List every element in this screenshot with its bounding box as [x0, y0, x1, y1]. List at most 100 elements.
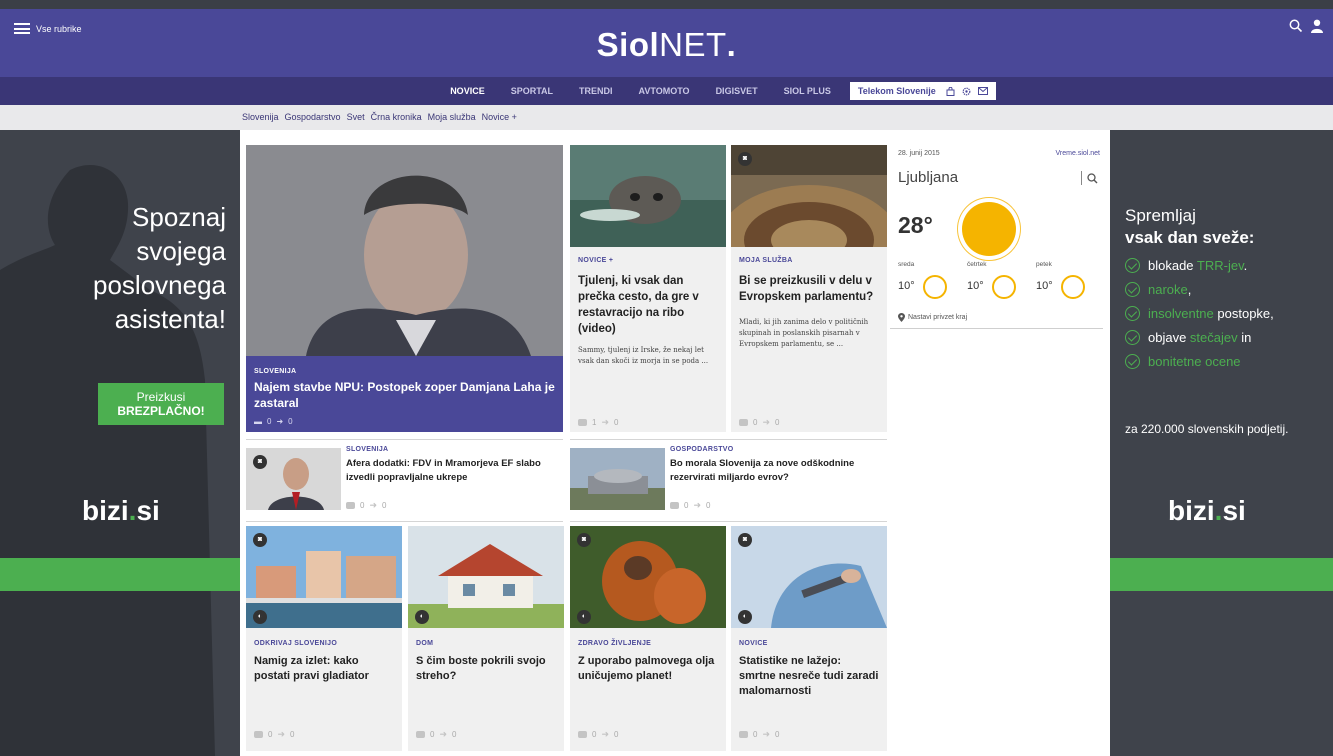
article-excerpt: Sammy, tjulenj iz Irske, že nekaj let vs…	[578, 346, 709, 365]
bag-icon[interactable]	[946, 86, 955, 96]
cta-line1: Preizkusi	[136, 390, 186, 404]
weather-search[interactable]	[1081, 171, 1098, 185]
article-category[interactable]: MOJA SLUŽBA	[739, 257, 793, 264]
nav-avtomoto[interactable]: AVTOMOTO	[626, 86, 703, 96]
feature-item: blokade TRR-jev.	[1125, 258, 1274, 274]
nav-sportal[interactable]: SPORTAL	[498, 86, 566, 96]
left-ad-banner[interactable]: Spoznaj svojega poslovnega asistenta! Pr…	[0, 130, 240, 756]
external-icon: ◐	[415, 610, 429, 624]
article-title[interactable]: Afera dodatki: FDV in Mramorjeva EF slab…	[346, 457, 559, 485]
feature-item: objave stečajev in	[1125, 330, 1274, 346]
nav-siol-plus[interactable]: SIOL PLUS	[771, 86, 844, 96]
article-tile[interactable]: ◐ DOM S čim boste pokrili svojo streho? …	[408, 526, 564, 751]
forecast-day: petek 10°	[1036, 261, 1098, 307]
settings-icon[interactable]	[962, 87, 971, 96]
external-icon: ◐	[253, 610, 267, 624]
user-icon[interactable]	[1311, 19, 1323, 33]
share-icon: ➜	[693, 500, 701, 510]
article-row[interactable]: GOSPODARSTVO Bo morala Slovenija za nove…	[570, 442, 887, 516]
subnav-moja-sluzba[interactable]: Moja služba	[428, 112, 476, 122]
telekom-link[interactable]: Telekom Slovenije	[849, 82, 996, 100]
feature-item: naroke,	[1125, 282, 1274, 298]
subnav-slovenija[interactable]: Slovenija	[242, 112, 279, 122]
article-title[interactable]: Bi se preizkusili v delu v Evropskem par…	[739, 273, 879, 305]
weather-date: 28. junij 2015	[898, 150, 940, 157]
subnav-crna-kronika[interactable]: Črna kronika	[371, 112, 422, 122]
article-category[interactable]: NOVICE +	[578, 257, 613, 264]
article-category[interactable]: SLOVENIJA	[346, 446, 388, 453]
article-title[interactable]: Namig za izlet: kako postati pravi gladi…	[254, 654, 394, 684]
article-category[interactable]: NOVICE	[739, 640, 768, 647]
main-nav: NOVICE SPORTAL TRENDI AVTOMOTO DIGISVET …	[0, 77, 1333, 105]
subnav-gospodarstvo[interactable]: Gospodarstvo	[285, 112, 341, 122]
ad-headline-bold: asistenta!	[114, 304, 226, 334]
comment-icon	[416, 731, 425, 738]
external-icon: ◐	[577, 610, 591, 624]
camera-icon: ◙	[253, 455, 267, 469]
sun-icon	[992, 275, 1016, 299]
nav-trendi[interactable]: TRENDI	[566, 86, 626, 96]
right-ad-headline: Spremljaj vsak dan sveže:	[1125, 205, 1254, 249]
share-icon: ➜	[601, 729, 609, 739]
article-category[interactable]: SLOVENIJA	[254, 368, 296, 375]
forecast-days: sreda 10° četrtek 10° petek 10°	[898, 261, 1098, 307]
search-icon[interactable]	[1289, 19, 1303, 33]
article-card[interactable]: ◙ MOJA SLUŽBA Bi se preizkusili v delu v…	[731, 145, 887, 432]
sun-icon	[923, 275, 947, 299]
try-free-button[interactable]: Preizkusi BREZPLAČNO!	[98, 383, 224, 425]
comment-icon	[739, 419, 748, 426]
article-title[interactable]: S čim boste pokrili svojo streho?	[416, 654, 556, 684]
top-bar: Vse rubrike SiolNET.	[0, 9, 1333, 77]
article-title[interactable]: Bo morala Slovenija za nove odškodnine r…	[670, 457, 883, 485]
article-tile[interactable]: ◙ ◐ ODKRIVAJ SLOVENIJO Namig za izlet: k…	[246, 526, 402, 751]
driver-image	[731, 526, 887, 628]
weather-city: Ljubljana	[898, 169, 959, 186]
divider	[570, 521, 887, 522]
mail-icon[interactable]	[977, 87, 988, 95]
article-category[interactable]: DOM	[416, 640, 433, 647]
article-meta: ▬ 0 ➜ 0	[254, 417, 293, 426]
share-count: 0	[706, 501, 711, 510]
search-icon[interactable]	[1087, 172, 1098, 184]
forecast-day: četrtek 10°	[967, 261, 1029, 307]
subnav-svet[interactable]: Svet	[347, 112, 365, 122]
right-ad-footer: za 220.000 slovenskih podjetij.	[1125, 422, 1289, 436]
article-category[interactable]: GOSPODARSTVO	[670, 446, 734, 453]
telekom-label: Telekom Slovenije	[857, 86, 936, 96]
weather-link[interactable]: Vreme.siol.net	[1056, 150, 1100, 157]
article-title[interactable]: Z uporabo palmovega olja uničujemo plane…	[578, 654, 718, 684]
article-card[interactable]: NOVICE + Tjulenj, ki vsak dan prečka ces…	[570, 145, 726, 432]
left-ad-headline: Spoznaj svojega poslovnega asistenta!	[93, 200, 226, 336]
hero-image	[246, 145, 563, 356]
article-category[interactable]: ZDRAVO ŽIVLJENJE	[578, 640, 651, 647]
day-name: četrtek	[967, 261, 987, 268]
article-tile[interactable]: ◙ ◐ NOVICE Statistike ne lažejo: smrtne …	[731, 526, 887, 751]
weather-divider	[890, 328, 1103, 329]
share-icon: ➜	[762, 729, 770, 739]
comment-count: 0	[430, 730, 435, 739]
comment-icon: ▬	[254, 417, 262, 426]
article-meta: 0 ➜ 0	[670, 500, 710, 511]
article-title[interactable]: Tjulenj, ki vsak dan prečka cesto, da gr…	[578, 273, 718, 337]
sun-icon	[962, 202, 1016, 256]
comment-count: 0	[753, 730, 758, 739]
nav-digisvet[interactable]: DIGISVET	[703, 86, 771, 96]
article-tile[interactable]: ◙ ◐ ZDRAVO ŽIVLJENJE Z uporabo palmovega…	[570, 526, 726, 751]
nav-novice[interactable]: NOVICE	[437, 86, 498, 96]
forecast-day: sreda 10°	[898, 261, 960, 307]
article-meta: 0 ➜ 0	[739, 729, 779, 740]
subnav-novice-plus[interactable]: Novice +	[482, 112, 517, 122]
logo-dot: .	[726, 26, 737, 63]
article-category[interactable]: ODKRIVAJ SLOVENIJO	[254, 640, 337, 647]
article-row[interactable]: ◙ SLOVENIJA Afera dodatki: FDV in Mramor…	[246, 442, 563, 516]
right-ad-banner[interactable]: Spremljaj vsak dan sveže: blokade TRR-je…	[1110, 130, 1333, 756]
site-logo[interactable]: SiolNET.	[0, 26, 1333, 64]
hero-article[interactable]: SLOVENIJA Najem stavbe NPU: Postopek zop…	[246, 145, 563, 432]
article-title[interactable]: Statistike ne lažejo: smrtne nesreče tud…	[739, 654, 879, 699]
sun-icon	[1061, 275, 1085, 299]
set-location-link[interactable]: Nastavi privzet kraj	[898, 313, 967, 322]
share-icon: ➜	[277, 729, 285, 739]
article-title[interactable]: Najem stavbe NPU: Postopek zoper Damjana…	[254, 379, 555, 411]
bizi-logo: bizi.si	[82, 495, 160, 526]
share-count: 0	[452, 730, 457, 739]
